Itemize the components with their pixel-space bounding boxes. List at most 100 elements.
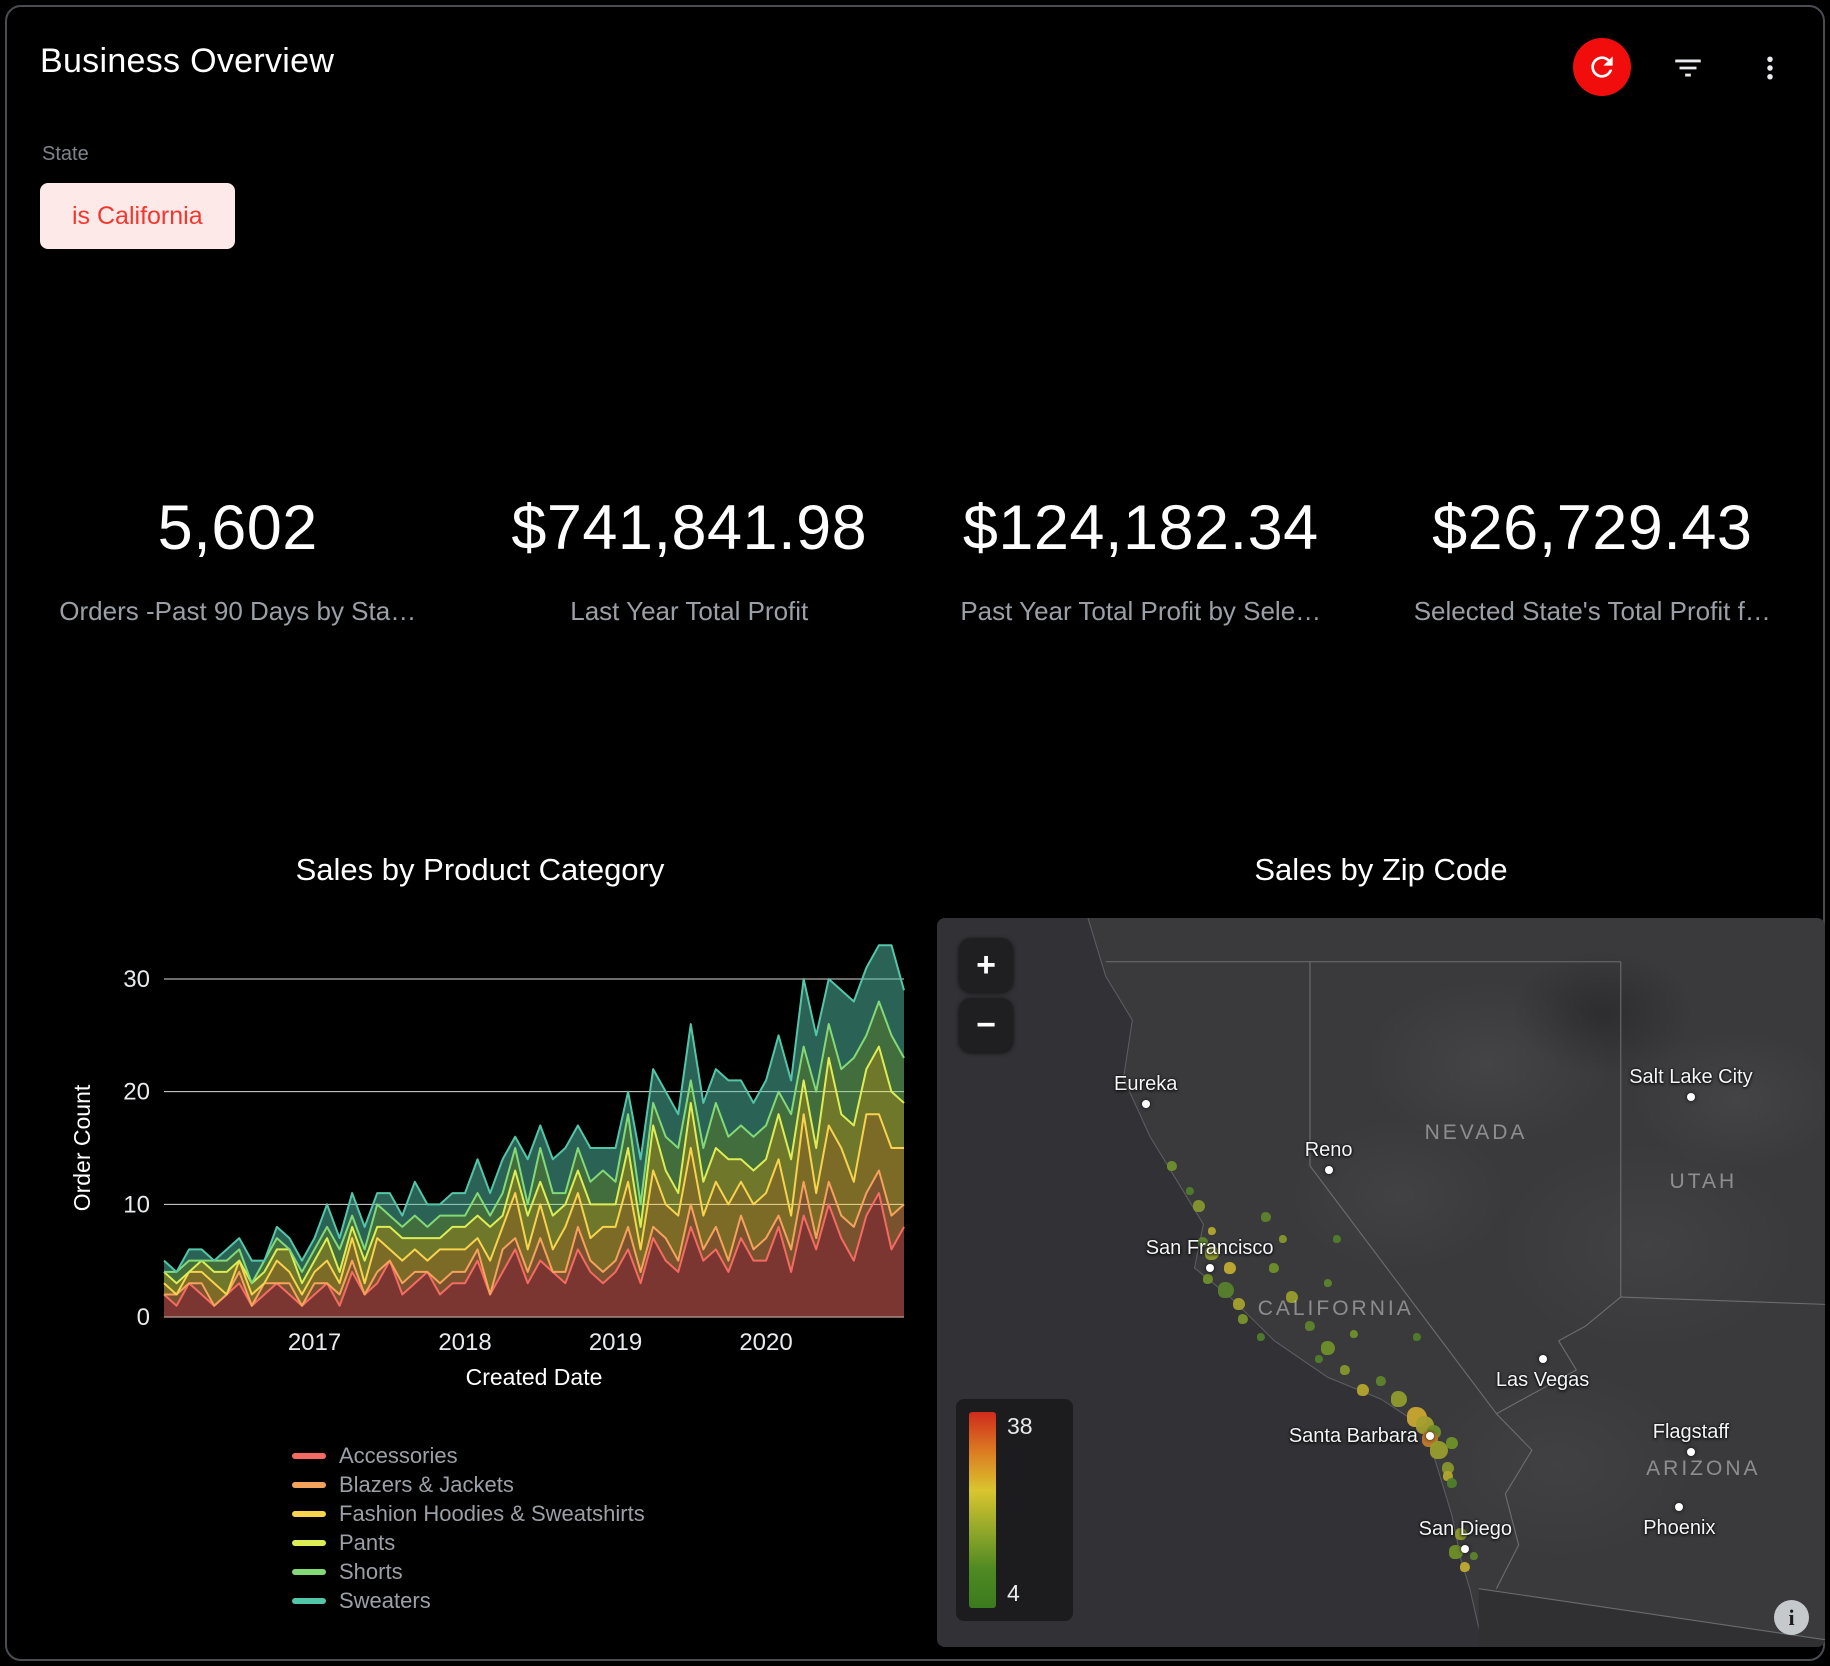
- city-label: San Francisco: [1146, 1237, 1274, 1260]
- area-chart-legend: Accessories Blazers & Jackets Fashion Ho…: [292, 1441, 645, 1615]
- city-label: Eureka: [1114, 1073, 1177, 1096]
- zip-heat-blob: [1233, 1298, 1245, 1310]
- zip-heat-blob: [1238, 1314, 1248, 1324]
- legend-swatch: [292, 1511, 326, 1517]
- city-dot: [1461, 1545, 1469, 1553]
- legend-label: Shorts: [339, 1559, 403, 1585]
- city-dot: [1325, 1166, 1333, 1174]
- map-zoom-out-button[interactable]: −: [959, 998, 1013, 1052]
- state-filter-chip[interactable]: is California: [40, 183, 235, 249]
- scorecard-row: 5,602 Orders -Past 90 Days by Sta… $741,…: [12, 492, 1818, 627]
- city-label: San Diego: [1419, 1518, 1512, 1541]
- zip-heat-blob: [1413, 1333, 1421, 1341]
- city-dot: [1687, 1093, 1695, 1101]
- legend-swatch: [292, 1540, 326, 1546]
- zip-heat-blob: [1261, 1212, 1271, 1222]
- legend-label: Sweaters: [339, 1588, 431, 1614]
- city-label: Phoenix: [1643, 1517, 1715, 1540]
- zip-heat-blob: [1376, 1376, 1386, 1386]
- legend-item-blazers-jackets[interactable]: Blazers & Jackets: [292, 1470, 645, 1499]
- more-vert-icon: [1755, 53, 1785, 83]
- legend-label: Fashion Hoodies & Sweatshirts: [339, 1501, 645, 1527]
- city-label: Las Vegas: [1496, 1369, 1589, 1392]
- zip-heat-blob: [1224, 1262, 1236, 1274]
- city-dot: [1675, 1503, 1683, 1511]
- stacked-area-chart[interactable]: 01020302017201820192020Created DateOrder…: [64, 930, 944, 1400]
- city-label: Flagstaff: [1653, 1421, 1729, 1444]
- zip-heat-blob: [1340, 1365, 1350, 1375]
- legend-swatch: [292, 1598, 326, 1604]
- zip-heat-blob: [1279, 1235, 1287, 1243]
- info-icon: i: [1788, 1605, 1794, 1631]
- filter-field-label: State: [42, 143, 89, 166]
- scorecard-value: $741,841.98: [464, 492, 916, 564]
- legend-swatch: [292, 1569, 326, 1575]
- zip-heat-blob: [1203, 1274, 1213, 1284]
- zip-heat-blob: [1269, 1263, 1279, 1273]
- legend-item-pants[interactable]: Pants: [292, 1528, 645, 1557]
- x-tick-label: 2020: [739, 1329, 792, 1356]
- page-title: Business Overview: [40, 42, 334, 81]
- state-label-nevada: NEVADA: [1425, 1121, 1528, 1145]
- color-scale-min: 4: [1007, 1580, 1033, 1607]
- x-axis-title: Created Date: [466, 1364, 603, 1390]
- scorecard-last-year-profit: $741,841.98 Last Year Total Profit: [464, 492, 916, 627]
- filter-icon: [1671, 51, 1705, 85]
- city-label: Reno: [1305, 1139, 1353, 1162]
- refresh-button[interactable]: [1573, 38, 1631, 96]
- zip-heat-blob: [1391, 1391, 1407, 1407]
- zip-heat-blob: [1350, 1330, 1358, 1338]
- more-button[interactable]: [1746, 44, 1794, 92]
- zip-heat-blob: [1324, 1279, 1332, 1287]
- x-tick-label: 2018: [438, 1329, 491, 1356]
- map-color-legend: 38 4: [956, 1399, 1073, 1621]
- scorecard-past-year-profit: $124,182.34 Past Year Total Profit by Se…: [915, 492, 1367, 627]
- city-dot: [1539, 1355, 1547, 1363]
- zip-heat-blob: [1321, 1341, 1335, 1355]
- legend-label: Accessories: [339, 1443, 458, 1469]
- state-label-utah: UTAH: [1670, 1170, 1738, 1194]
- zip-heat-blob: [1357, 1384, 1369, 1396]
- map-chart-title: Sales by Zip Code: [937, 852, 1825, 888]
- map-zoom-in-button[interactable]: +: [959, 938, 1013, 992]
- scorecard-value: 5,602: [12, 492, 464, 564]
- map-zoom-controls: + −: [959, 938, 1013, 1052]
- state-label-california: CALIFORNIA: [1258, 1297, 1414, 1321]
- y-tick-label: 30: [123, 966, 150, 993]
- scorecard-value: $124,182.34: [915, 492, 1367, 564]
- state-label-arizona: ARIZONA: [1646, 1457, 1760, 1481]
- zip-code-map[interactable]: NEVADA UTAH CALIFORNIA ARIZONA Eureka Reno Sal…: [937, 918, 1825, 1647]
- city-dot: [1426, 1432, 1434, 1440]
- zip-heat-blob: [1470, 1552, 1478, 1560]
- map-info-button[interactable]: i: [1774, 1600, 1809, 1635]
- zip-heat-blob: [1257, 1333, 1265, 1341]
- city-label: Salt Lake City: [1629, 1066, 1752, 1089]
- area-chart-title: Sales by Product Category: [30, 852, 930, 888]
- scorecard-value: $26,729.43: [1367, 492, 1819, 564]
- zip-heat-blob: [1305, 1321, 1315, 1331]
- legend-swatch: [292, 1453, 326, 1459]
- y-axis-title: Order Count: [69, 1084, 95, 1211]
- legend-item-sweaters[interactable]: Sweaters: [292, 1586, 645, 1615]
- zip-heat-blob: [1208, 1227, 1216, 1235]
- legend-label: Pants: [339, 1530, 395, 1556]
- scorecard-state-profit: $26,729.43 Selected State's Total Profit…: [1367, 492, 1819, 627]
- zip-heat-blob: [1186, 1187, 1194, 1195]
- refresh-icon: [1586, 51, 1618, 83]
- filter-button[interactable]: [1664, 44, 1712, 92]
- city-label: Santa Barbara: [1289, 1425, 1418, 1448]
- legend-item-accessories[interactable]: Accessories: [292, 1441, 645, 1470]
- zip-heat-blob: [1315, 1355, 1323, 1363]
- legend-label: Blazers & Jackets: [339, 1472, 514, 1498]
- zip-heat-blob: [1167, 1161, 1177, 1171]
- zip-heat-blob: [1446, 1437, 1458, 1449]
- color-scale-bar: [969, 1412, 996, 1608]
- zip-heat-blob: [1430, 1441, 1448, 1459]
- legend-item-fashion-hoodies[interactable]: Fashion Hoodies & Sweatshirts: [292, 1499, 645, 1528]
- zip-heat-blob: [1447, 1478, 1457, 1488]
- zip-heat-blob: [1333, 1235, 1341, 1243]
- city-dot: [1142, 1100, 1150, 1108]
- y-tick-label: 0: [137, 1304, 150, 1331]
- zip-heat-blob: [1218, 1282, 1234, 1298]
- legend-item-shorts[interactable]: Shorts: [292, 1557, 645, 1586]
